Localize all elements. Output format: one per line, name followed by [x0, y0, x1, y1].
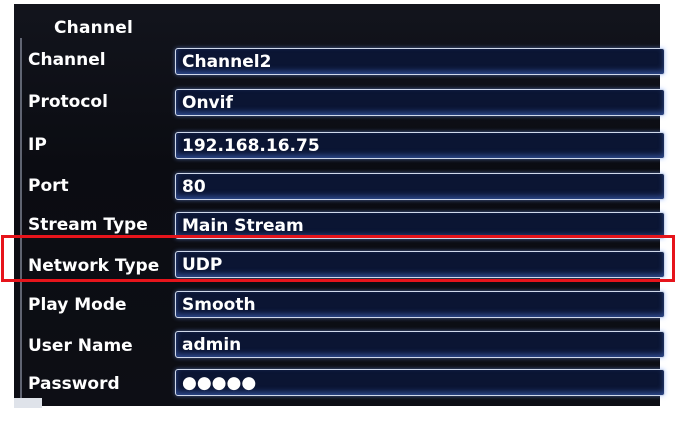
- ip-label: IP: [28, 135, 47, 155]
- port-field[interactable]: 80: [175, 173, 665, 200]
- panel-title: Channel: [54, 18, 134, 38]
- network-type-highlight-box: [1, 235, 675, 282]
- channel-field[interactable]: Channel2: [175, 48, 665, 75]
- play-mode-label: Play Mode: [28, 295, 127, 315]
- password-label: Password: [28, 374, 120, 394]
- user-name-label: User Name: [28, 336, 133, 356]
- ip-field[interactable]: 192.168.16.75: [175, 132, 665, 159]
- stream-type-label: Stream Type: [28, 215, 148, 235]
- panel-divider: [20, 38, 22, 400]
- play-mode-field[interactable]: Smooth: [175, 291, 665, 318]
- channel-label: Channel: [28, 50, 106, 70]
- user-name-field[interactable]: admin: [175, 331, 665, 358]
- protocol-label: Protocol: [28, 92, 108, 112]
- bottom-edge-strip: [14, 398, 42, 408]
- port-label: Port: [28, 176, 69, 196]
- protocol-field[interactable]: Onvif: [175, 89, 665, 116]
- password-field[interactable]: ●●●●●: [175, 369, 665, 396]
